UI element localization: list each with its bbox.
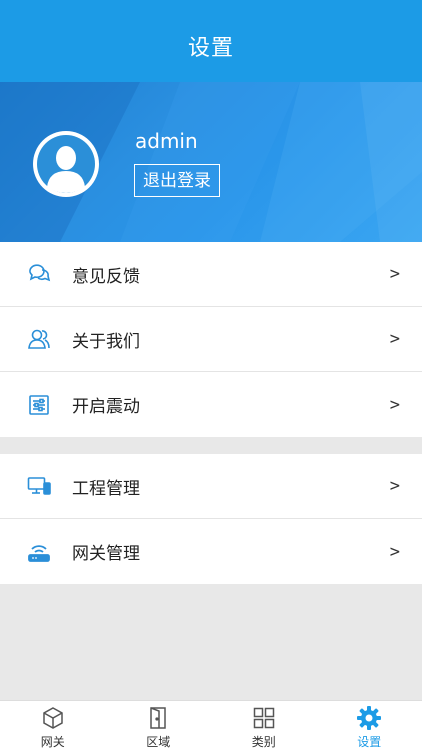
menu-item-project-management[interactable]: 工程管理 > [0, 454, 422, 519]
tab-label: 网关 [40, 735, 65, 749]
menu-group-management: 工程管理 > 网关管理 > [0, 454, 422, 584]
menu-item-label: 意见反馈 [72, 266, 140, 287]
grid-icon [251, 705, 277, 731]
tab-label: 类别 [251, 735, 276, 749]
menu-item-about-us[interactable]: 关于我们 > [0, 307, 422, 372]
menu-item-feedback[interactable]: 意见反馈 > [0, 242, 422, 307]
menu-item-label: 工程管理 [72, 478, 140, 499]
devices-icon [27, 474, 51, 498]
tab-area[interactable]: 区域 [106, 701, 212, 750]
users-icon [27, 327, 51, 351]
chevron-right-icon: > [389, 541, 400, 562]
user-silhouette-icon [37, 135, 95, 193]
page-title: 设置 [187, 36, 234, 61]
menu-item-label: 关于我们 [72, 331, 140, 352]
avatar[interactable] [33, 131, 99, 197]
door-icon [145, 705, 171, 731]
tab-label: 区域 [146, 735, 171, 749]
profile-banner: admin 退出登录 [0, 82, 422, 242]
cube-icon [40, 705, 66, 731]
logout-button[interactable]: 退出登录 [134, 164, 220, 197]
settings-screen: 设置 admin 退出登录 意见反馈 > 关于我们 > 开启震动 > 工程管理 … [0, 0, 422, 750]
username: admin [135, 129, 198, 153]
chevron-right-icon: > [389, 264, 400, 284]
menu-item-label: 开启震动 [72, 397, 140, 417]
chat-bubbles-icon [27, 262, 51, 286]
gear-icon [356, 705, 382, 731]
tab-label: 设置 [357, 735, 382, 749]
tab-category[interactable]: 类别 [211, 701, 317, 750]
tab-gateway[interactable]: 网关 [0, 701, 106, 750]
tab-settings[interactable]: 设置 [317, 701, 422, 750]
chevron-right-icon: > [389, 476, 400, 496]
menu-item-gateway-management[interactable]: 网关管理 > [0, 519, 422, 584]
router-icon [27, 540, 51, 564]
bottom-tab-bar: 网关 区域 类别 设置 [0, 700, 422, 750]
chevron-right-icon: > [389, 329, 400, 349]
header-bar: 设置 [0, 0, 422, 82]
menu-group-general: 意见反馈 > 关于我们 > 开启震动 > [0, 242, 422, 437]
menu-item-label: 网关管理 [72, 544, 140, 564]
menu-item-vibration[interactable]: 开启震动 > [0, 372, 422, 437]
chevron-right-icon: > [389, 394, 400, 415]
sliders-icon [27, 393, 51, 417]
